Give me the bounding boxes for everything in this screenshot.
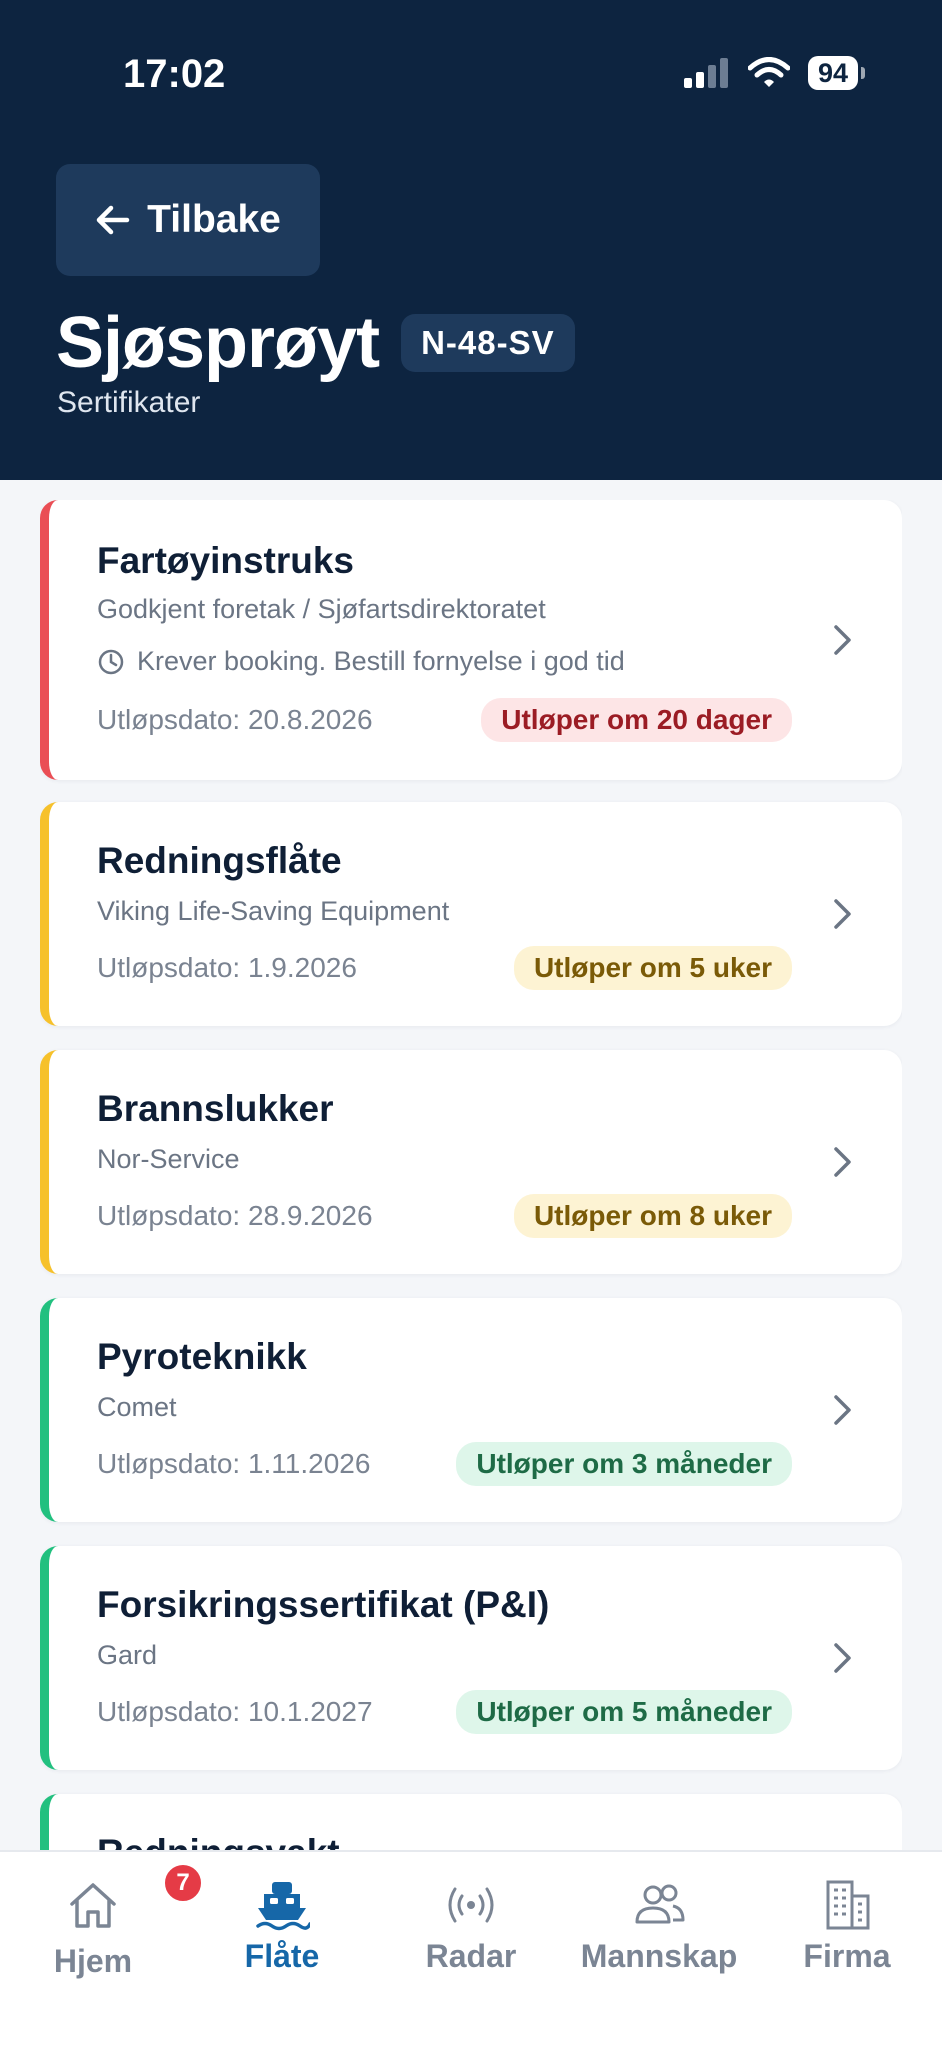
expiry-date: Utløpsdato: 28.9.2026 [97, 1200, 373, 1231]
certificate-issuer: Comet [97, 1392, 177, 1422]
certificate-issuer: Nor-Service [97, 1144, 240, 1174]
tab-crew[interactable]: Mannskap [569, 1878, 749, 1975]
certificate-name: Pyroteknikk [97, 1336, 307, 1377]
certificate-card[interactable]: Pyroteknikk Comet Utløpsdato: 1.11.2026 … [40, 1298, 902, 1522]
tab-label: Flåte [244, 1938, 320, 1974]
status-badge: Utløper om 3 måneder [456, 1442, 792, 1486]
chevron-right-icon [834, 1643, 851, 1673]
registration-badge: N-48-SV [401, 314, 575, 372]
arrow-left-icon [96, 205, 130, 235]
tab-radar[interactable]: Radar [381, 1878, 561, 1975]
certificate-card[interactable]: Redningsvakt [40, 1794, 902, 1850]
wifi-icon [747, 57, 790, 87]
building-icon [826, 1880, 870, 1930]
chevron-right-icon [834, 1395, 851, 1425]
page-subtitle: Sertifikater [57, 386, 201, 419]
certificate-card[interactable]: Fartøyinstruks Godkjent foretak / Sjøfar… [40, 500, 902, 780]
tab-fleet[interactable]: Flåte [192, 1878, 372, 1975]
status-icons: 94 [683, 56, 866, 90]
expiry-date: Utløpsdato: 10.1.2027 [97, 1696, 373, 1727]
chevron-right-icon [834, 1147, 851, 1177]
certificate-name: Redningsflåte [97, 840, 342, 881]
radar-icon [448, 1887, 494, 1923]
certificate-name: Forsikringssertifikat (P&I) [97, 1584, 550, 1625]
clock-icon [98, 649, 124, 674]
certificate-card[interactable]: Forsikringssertifikat (P&I) Gard Utløpsd… [40, 1546, 902, 1770]
tab-label: Mannskap [580, 1938, 738, 1974]
note-text: Krever booking. Bestill fornyelse i god … [137, 646, 625, 676]
certificate-issuer: Viking Life-Saving Equipment [97, 896, 450, 926]
certificate-name: Fartøyinstruks [97, 540, 355, 581]
certificate-issuer: Godkjent foretak / Sjøfartsdirektoratet [97, 594, 546, 624]
certificate-name: Redningsvakt [97, 1832, 340, 1850]
tab-label: Radar [425, 1938, 517, 1974]
chevron-right-icon [834, 899, 851, 929]
back-button[interactable]: Tilbake [56, 164, 320, 276]
back-label: Tilbake [147, 198, 281, 241]
chevron-right-icon [834, 625, 851, 655]
battery-indicator: 94 [807, 56, 866, 90]
status-badge: Utløper om 20 dager [481, 698, 792, 742]
tab-bar: 7 Hjem Flåte Radar Mannskap Firma [0, 1850, 942, 2048]
tab-company[interactable]: Firma [757, 1878, 937, 1975]
signal-icon [683, 58, 728, 88]
page-title: Sjøsprøyt [56, 303, 380, 383]
certificate-card[interactable]: Brannslukker Nor-Service Utløpsdato: 28.… [40, 1050, 902, 1274]
certificate-list: Fartøyinstruks Godkjent foretak / Sjøfar… [40, 500, 902, 1850]
crew-icon [635, 1884, 685, 1924]
home-icon [70, 1883, 116, 1928]
certificate-card[interactable]: Redningsflåte Viking Life-Saving Equipme… [40, 802, 902, 1026]
tab-label: Hjem [53, 1943, 133, 1979]
status-badge: Utløper om 5 uker [513, 946, 792, 990]
tab-label: Firma [803, 1938, 891, 1974]
header: 17:02 94 Tilbake Sjøsprøyt N-48-SV Serti… [0, 0, 942, 480]
certificate-name: Brannslukker [97, 1088, 334, 1129]
certificate-note: Krever booking. Bestill fornyelse i god … [97, 646, 625, 677]
status-badge: Utløper om 8 uker [513, 1194, 792, 1238]
status-time: 17:02 [123, 52, 226, 96]
certificate-issuer: Gard [97, 1640, 158, 1670]
expiry-date: Utløpsdato: 1.11.2026 [97, 1448, 371, 1479]
tab-home[interactable]: 7 Hjem [3, 1862, 204, 1980]
boat-icon [256, 1882, 310, 1931]
title-row: Sjøsprøyt N-48-SV [56, 302, 575, 384]
status-badge: Utløper om 5 måneder [456, 1690, 792, 1734]
expiry-date: Utløpsdato: 1.9.2026 [97, 952, 357, 983]
expiry-date: Utløpsdato: 20.8.2026 [97, 704, 373, 735]
